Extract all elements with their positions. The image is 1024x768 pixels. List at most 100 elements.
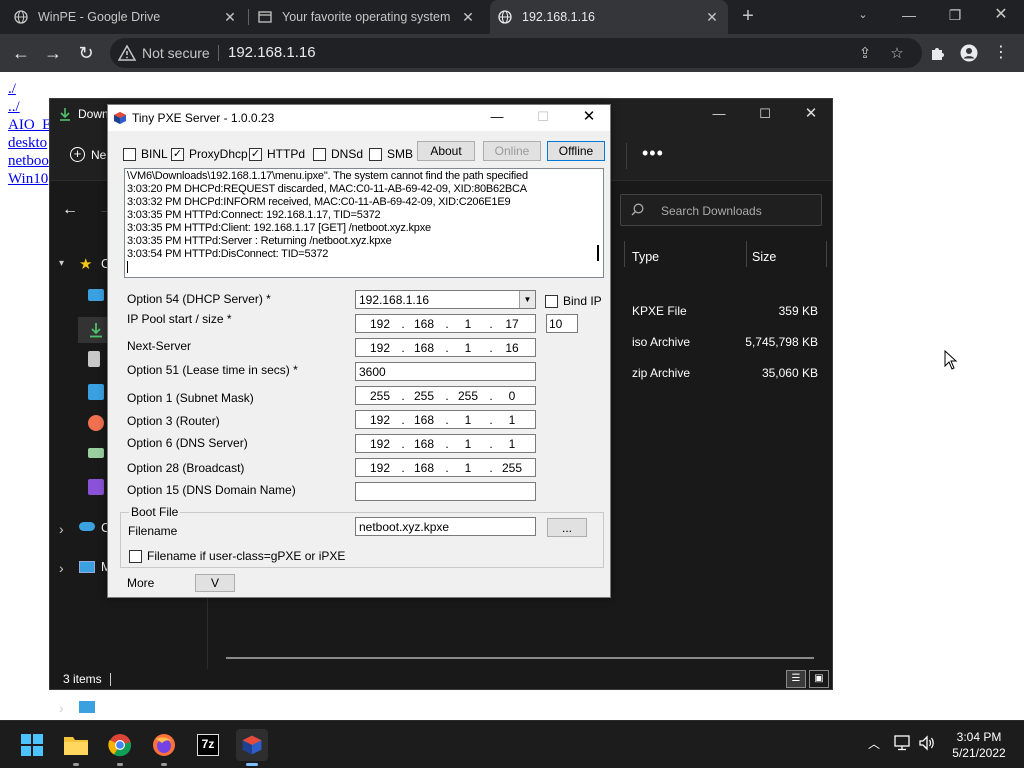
- more-options-icon[interactable]: •••: [642, 143, 664, 164]
- expand-arrow-icon[interactable]: ▾: [59, 258, 64, 269]
- dns-server-input[interactable]: 192. 168. 1. 1: [355, 434, 536, 453]
- dns-domain-input[interactable]: [355, 482, 536, 501]
- checkmark-icon[interactable]: ✓: [249, 147, 262, 161]
- file-row[interactable]: iso Archive 5,745,798 KB: [624, 328, 834, 358]
- offline-button[interactable]: Offline: [547, 141, 605, 161]
- system-clock[interactable]: 3:04 PM 5/21/2022: [944, 729, 1014, 761]
- minimize-icon[interactable]: —: [474, 105, 520, 131]
- router-input[interactable]: 192. 168. 1. 1: [355, 410, 536, 429]
- checkbox-bind-ip[interactable]: Bind IP: [545, 293, 602, 309]
- desktop-icon[interactable]: [88, 289, 104, 301]
- ip-pool-size-input[interactable]: 10: [546, 314, 578, 333]
- new-tab-icon[interactable]: +: [738, 6, 758, 26]
- column-type[interactable]: Type: [632, 245, 659, 269]
- expand-arrow-icon[interactable]: ›: [59, 521, 64, 537]
- restore-icon[interactable]: ❐: [932, 0, 978, 34]
- filename-input[interactable]: netboot.xyz.kpxe: [355, 517, 536, 536]
- chevron-down-icon[interactable]: ⌄: [840, 0, 886, 34]
- subnet-mask-input[interactable]: 255. 255. 255. 0: [355, 386, 536, 405]
- checkbox-binl[interactable]: BINL: [123, 146, 168, 162]
- music-icon[interactable]: [88, 415, 104, 431]
- pictures-icon[interactable]: [88, 384, 104, 400]
- browse-button[interactable]: ...: [547, 518, 587, 537]
- maximize-icon[interactable]: ☐: [742, 99, 788, 131]
- search-downloads-input[interactable]: Search Downloads: [620, 194, 822, 226]
- close-window-icon[interactable]: ✕: [788, 99, 834, 131]
- horizontal-scrollbar[interactable]: [226, 657, 814, 659]
- log-scrollbar[interactable]: [597, 245, 599, 261]
- checkbox-dnsd[interactable]: DNSd: [313, 146, 363, 162]
- reload-icon[interactable]: ↻: [73, 40, 99, 66]
- back-arrow-icon[interactable]: ←: [62, 201, 78, 219]
- minimize-icon[interactable]: —: [696, 99, 742, 131]
- lease-time-input[interactable]: 3600: [355, 362, 536, 381]
- download-icon[interactable]: [88, 322, 104, 338]
- volume-icon[interactable]: [918, 735, 936, 754]
- network-monitor-icon[interactable]: [894, 735, 912, 754]
- file-row[interactable]: KPXE File 359 KB: [624, 297, 834, 327]
- warning-icon[interactable]: [117, 44, 137, 62]
- ip-pool-start-input[interactable]: 192. 168. 1. 17: [355, 314, 536, 333]
- more-toggle-button[interactable]: V: [195, 574, 235, 592]
- close-tab-icon[interactable]: ✕: [222, 9, 238, 25]
- checkbox-box[interactable]: [545, 294, 558, 308]
- star-icon[interactable]: ☆: [888, 45, 906, 63]
- drive-icon[interactable]: [88, 448, 104, 458]
- share-icon[interactable]: ⇪: [856, 45, 874, 63]
- minimize-icon[interactable]: —: [886, 0, 932, 34]
- address-bar[interactable]: Not secure 192.168.1.16 ⇪ ☆: [110, 38, 922, 68]
- checkbox-user-class[interactable]: Filename if user-class=gPXE or iPXE: [129, 548, 345, 564]
- checkbox-box[interactable]: [123, 147, 136, 161]
- column-separator[interactable]: [746, 241, 747, 267]
- taskbar-7zip[interactable]: 7z: [192, 729, 224, 761]
- new-button[interactable]: + Ne: [70, 147, 106, 163]
- dropdown-arrow-icon[interactable]: ▼: [519, 291, 535, 308]
- file-row[interactable]: zip Archive 35,060 KB: [624, 359, 834, 389]
- link-desktop[interactable]: deskto: [8, 134, 51, 152]
- tab-active-192-168-1-16[interactable]: 192.168.1.16 ✕: [490, 0, 728, 34]
- expand-arrow-icon[interactable]: ›: [59, 560, 64, 576]
- column-size[interactable]: Size: [752, 245, 776, 269]
- column-separator[interactable]: [826, 241, 827, 267]
- url-text[interactable]: 192.168.1.16: [228, 44, 316, 61]
- checkbox-box[interactable]: [369, 147, 382, 161]
- back-arrow-icon[interactable]: ←: [8, 40, 34, 66]
- nav-item-network[interactable]: Network: [101, 701, 147, 715]
- link-win10[interactable]: Win10: [8, 170, 51, 188]
- checkbox-box[interactable]: [313, 147, 326, 161]
- tiles-view-icon[interactable]: ▣: [809, 670, 829, 688]
- close-window-icon[interactable]: ✕: [978, 0, 1024, 34]
- profile-icon[interactable]: [956, 40, 982, 66]
- checkbox-smb[interactable]: SMB: [369, 146, 413, 162]
- link-current-dir[interactable]: ./: [8, 80, 51, 98]
- taskbar-tiny-pxe[interactable]: [236, 729, 268, 766]
- taskbar-chrome[interactable]: [104, 729, 136, 766]
- checkbox-proxydhcp[interactable]: ✓ ProxyDhcp: [171, 146, 248, 162]
- document-icon[interactable]: [88, 351, 100, 367]
- about-button[interactable]: About: [417, 141, 475, 161]
- broadcast-input[interactable]: 192. 168. 1. 255: [355, 458, 536, 477]
- videos-icon[interactable]: [88, 479, 104, 495]
- tab-google-drive[interactable]: WinPE - Google Drive ✕: [14, 0, 246, 34]
- tab-operating-systems[interactable]: Your favorite operating systems i ✕: [258, 0, 484, 34]
- taskbar-file-explorer[interactable]: [60, 729, 92, 766]
- link-aio[interactable]: AIO_E: [8, 116, 51, 134]
- link-parent-dir[interactable]: ../: [8, 98, 51, 116]
- taskbar-firefox[interactable]: [148, 729, 180, 766]
- checkbox-box[interactable]: [129, 549, 142, 563]
- next-server-input[interactable]: 192. 168. 1. 16: [355, 338, 536, 357]
- close-tab-icon[interactable]: ✕: [704, 9, 720, 25]
- details-view-icon[interactable]: ☰: [786, 670, 806, 688]
- dhcp-server-select[interactable]: 192.168.1.16 ▼: [355, 290, 536, 309]
- close-tab-icon[interactable]: ✕: [460, 9, 476, 25]
- expand-arrow-icon[interactable]: ›: [59, 700, 64, 716]
- not-secure-label[interactable]: Not secure: [142, 45, 210, 61]
- forward-arrow-icon[interactable]: →: [40, 40, 66, 66]
- menu-kebab-icon[interactable]: ⋮: [988, 40, 1014, 66]
- checkbox-httpd[interactable]: ✓ HTTPd: [249, 146, 305, 162]
- extensions-icon[interactable]: [924, 40, 950, 66]
- link-netboot[interactable]: netboo: [8, 152, 51, 170]
- show-hidden-icons-chevron-icon[interactable]: ︿: [868, 735, 880, 752]
- server-log[interactable]: \VM6\Downloads\192.168.1.17\menu.ipxe". …: [124, 168, 604, 278]
- close-window-icon[interactable]: ✕: [566, 105, 612, 131]
